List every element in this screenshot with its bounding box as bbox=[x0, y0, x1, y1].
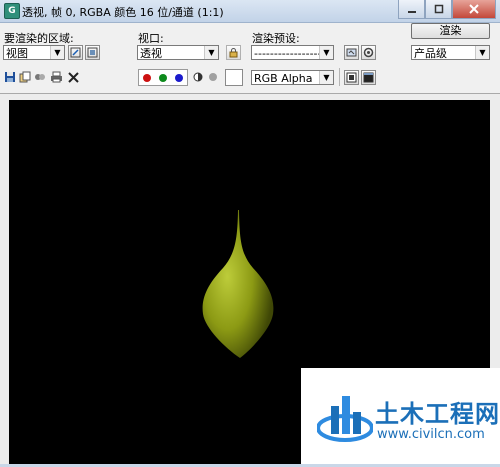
window-title: 透视, 帧 0, RGBA 颜色 16 位/通道 (1:1) bbox=[22, 6, 224, 19]
swatch-button[interactable] bbox=[225, 69, 243, 86]
clear-button[interactable] bbox=[67, 71, 79, 83]
watermark-url: www.civilcn.com bbox=[377, 427, 485, 442]
area-dropdown[interactable]: 视图 ▼ bbox=[3, 45, 65, 60]
channel-value: RGB Alpha bbox=[254, 72, 313, 85]
toggle-ui-button[interactable] bbox=[361, 70, 376, 85]
green-channel-toggle[interactable] bbox=[159, 73, 167, 82]
divider bbox=[339, 68, 340, 86]
auto-region-icon bbox=[87, 47, 98, 58]
chevron-down-icon: ▼ bbox=[50, 46, 64, 59]
render-setup-icon bbox=[346, 48, 357, 57]
viewport-label: 视口: bbox=[138, 32, 164, 45]
viewport-value: 透视 bbox=[140, 47, 162, 60]
quality-dropdown[interactable]: 产品级 ▼ bbox=[411, 45, 490, 60]
window-controls bbox=[398, 0, 496, 19]
title-bar: G 透视, 帧 0, RGBA 颜色 16 位/通道 (1:1) bbox=[0, 0, 500, 23]
copy-icon bbox=[19, 71, 31, 83]
area-value: 视图 bbox=[6, 47, 28, 60]
gear-icon bbox=[363, 47, 374, 58]
watermark-title: 土木工程网 bbox=[375, 400, 500, 428]
mono-icon bbox=[209, 73, 217, 81]
render-setup-button[interactable] bbox=[344, 45, 359, 60]
watermark-logo bbox=[317, 396, 373, 442]
print-button[interactable] bbox=[50, 71, 62, 83]
auto-region-button[interactable] bbox=[85, 45, 100, 60]
edit-region-button[interactable] bbox=[68, 45, 83, 60]
frame-icon bbox=[346, 72, 357, 83]
watermark: 土木工程网 www.civilcn.com bbox=[301, 368, 500, 464]
save-button[interactable] bbox=[4, 71, 16, 83]
print-icon bbox=[51, 71, 62, 83]
chevron-down-icon: ▼ bbox=[204, 46, 218, 59]
vase-shape bbox=[202, 210, 274, 358]
preset-dropdown[interactable]: -------------------- ▼ bbox=[251, 45, 334, 60]
maximize-button[interactable] bbox=[425, 0, 452, 19]
clone-icon bbox=[35, 74, 45, 80]
display-mode-button[interactable] bbox=[344, 70, 359, 85]
channel-toggles bbox=[138, 69, 188, 86]
red-channel-toggle[interactable] bbox=[143, 73, 151, 82]
close-icon bbox=[67, 71, 79, 83]
chevron-down-icon: ▼ bbox=[319, 71, 333, 84]
chevron-down-icon: ▼ bbox=[319, 46, 333, 59]
area-label: 要渲染的区域: bbox=[4, 32, 74, 45]
app-icon: G bbox=[4, 3, 20, 19]
mono-toggle[interactable] bbox=[207, 71, 219, 83]
blue-channel-toggle[interactable] bbox=[175, 73, 183, 82]
window-icon bbox=[363, 72, 374, 83]
preset-label: 渲染预设: bbox=[252, 32, 300, 45]
chevron-down-icon: ▼ bbox=[475, 46, 489, 59]
edit-region-icon bbox=[70, 47, 81, 58]
copy-button[interactable] bbox=[19, 71, 31, 83]
minimize-icon bbox=[407, 11, 416, 13]
environment-button[interactable] bbox=[361, 45, 376, 60]
close-icon bbox=[469, 4, 479, 14]
minimize-button[interactable] bbox=[398, 0, 425, 19]
maximize-icon bbox=[434, 4, 443, 14]
lock-icon bbox=[229, 48, 238, 58]
clone-button[interactable] bbox=[34, 71, 46, 83]
lock-button[interactable] bbox=[226, 45, 241, 60]
alpha-icon bbox=[193, 72, 203, 82]
viewport-dropdown[interactable]: 透视 ▼ bbox=[137, 45, 219, 60]
close-button[interactable] bbox=[452, 0, 496, 19]
channel-dropdown[interactable]: RGB Alpha ▼ bbox=[251, 70, 334, 85]
save-icon bbox=[5, 72, 15, 82]
quality-value: 产品级 bbox=[414, 47, 447, 60]
render-controls-panel: 要渲染的区域: 视图 ▼ 视口: 透视 ▼ 渲染预设: ------------… bbox=[0, 23, 500, 94]
render-button[interactable]: 渲染 bbox=[411, 23, 490, 39]
alpha-channel-toggle[interactable] bbox=[192, 71, 204, 83]
